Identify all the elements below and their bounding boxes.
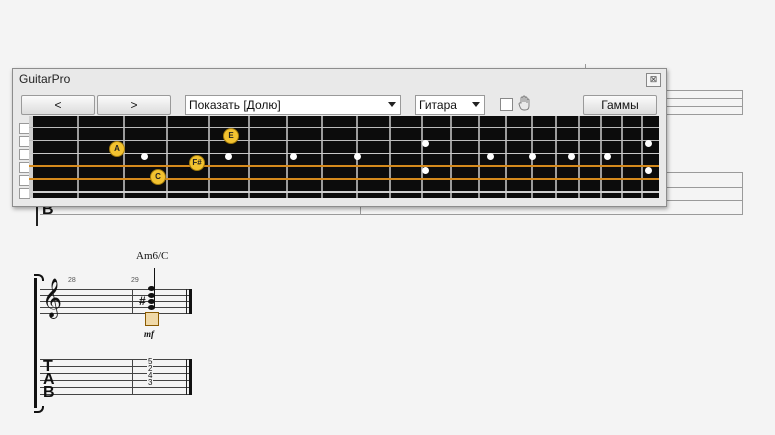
treble-clef: 𝄞 [42, 278, 63, 318]
barline [132, 359, 133, 395]
fret [578, 116, 580, 198]
inlay-dot [354, 153, 361, 160]
inlay-dot [225, 153, 232, 160]
staff-line [665, 106, 743, 107]
fretboard-window[interactable]: GuitarPro ⊠ < > Показать [Долю] Гитара Г… [12, 68, 667, 207]
fret [166, 116, 168, 198]
note-marker[interactable]: F# [189, 155, 205, 171]
tab-line [40, 394, 192, 395]
string [29, 140, 659, 141]
tab-line [40, 387, 192, 388]
fret [505, 116, 507, 198]
staff-line [665, 98, 743, 99]
tab-line [40, 380, 192, 381]
fret [600, 116, 602, 198]
final-barline [186, 289, 187, 314]
fret [123, 116, 125, 198]
inlay-dot [422, 167, 429, 174]
fret [555, 116, 557, 198]
inlay-dot [529, 153, 536, 160]
hand-icon[interactable] [518, 95, 530, 111]
final-barline-thick [189, 289, 192, 314]
window-title: GuitarPro [19, 72, 71, 86]
string-active [29, 165, 659, 167]
staff-line [40, 295, 192, 296]
tab-line [40, 214, 743, 215]
fret [421, 116, 423, 198]
fret [641, 116, 643, 198]
staff-line [40, 289, 192, 290]
tab-line [40, 366, 192, 367]
fret [389, 116, 391, 198]
prev-button[interactable]: < [21, 95, 95, 115]
selected-beat-box[interactable] [145, 312, 159, 326]
sharp-accidental: # [139, 294, 146, 308]
barline [132, 289, 133, 314]
string [29, 127, 659, 128]
chevron-down-icon [472, 102, 480, 107]
inlay-dot [568, 153, 575, 160]
notehead [148, 286, 155, 291]
staff-line [665, 114, 743, 115]
inlay-dot [290, 153, 297, 160]
final-barline-thick [189, 359, 192, 395]
fret [286, 116, 288, 198]
close-icon[interactable]: ⊠ [646, 73, 661, 87]
tab-letter: B [43, 384, 55, 401]
fret [621, 116, 623, 198]
string-active [29, 178, 659, 180]
inlay-dot [645, 140, 652, 147]
tab-line [40, 359, 192, 360]
tab-line [40, 373, 192, 374]
measure-number: 28 [68, 277, 76, 284]
note-marker[interactable]: E [223, 128, 239, 144]
fret [248, 116, 250, 198]
tab-line [665, 187, 743, 188]
notehead [148, 299, 155, 304]
fret [478, 116, 480, 198]
note-marker[interactable]: C [150, 169, 166, 185]
staff-line [665, 90, 743, 91]
barline [742, 172, 743, 215]
bracket-bottom [34, 406, 44, 413]
inlay-dot [422, 140, 429, 147]
inlay-dot [645, 167, 652, 174]
staff-line [40, 307, 192, 308]
fretboard[interactable]: A E F# C [29, 116, 659, 198]
tab-line [665, 200, 743, 201]
chord-name: Am6/C [136, 250, 169, 262]
chevron-down-icon [388, 102, 396, 107]
view-select[interactable]: Показать [Долю] [185, 95, 401, 115]
notehead [148, 305, 155, 310]
view-select-value: Показать [Долю] [189, 98, 281, 112]
instrument-select-value: Гитара [419, 98, 457, 112]
inlay-dot [141, 153, 148, 160]
inlay-dot [604, 153, 611, 160]
final-barline [186, 359, 187, 395]
notehead [148, 293, 155, 298]
staff-line [40, 313, 192, 314]
note-marker[interactable]: A [109, 141, 125, 157]
fret [208, 116, 210, 198]
tab-line [665, 172, 743, 173]
next-button[interactable]: > [97, 95, 171, 115]
nut [29, 116, 33, 198]
barline [742, 90, 743, 115]
scales-button[interactable]: Гаммы [583, 95, 657, 115]
string [29, 191, 659, 193]
options-checkbox[interactable] [500, 98, 513, 111]
fret [321, 116, 323, 198]
fret [450, 116, 452, 198]
inlay-dot [487, 153, 494, 160]
measure-number: 29 [131, 277, 139, 284]
fret [77, 116, 79, 198]
system-bracket [34, 278, 37, 408]
instrument-select[interactable]: Гитара [415, 95, 485, 115]
staff-line [40, 301, 192, 302]
dynamic-marking: mf [144, 329, 154, 339]
tab-fret-number: 3 [147, 378, 154, 387]
